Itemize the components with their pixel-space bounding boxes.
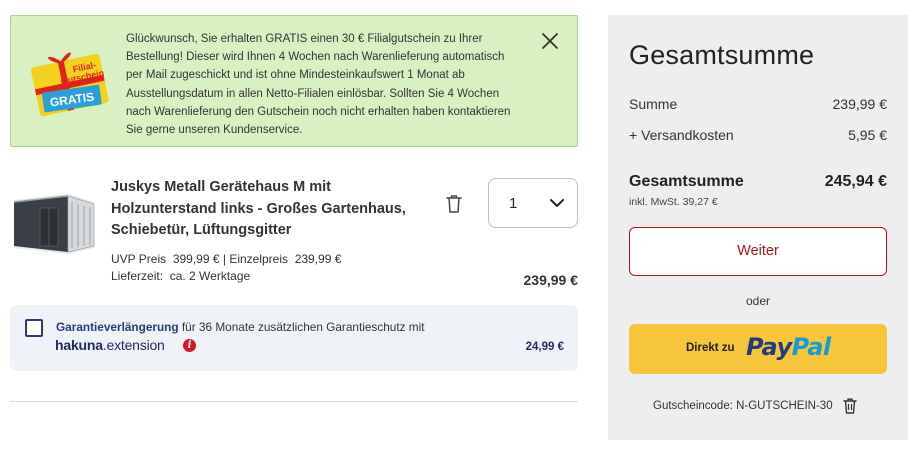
quantity-value: 1 bbox=[509, 195, 518, 212]
subtotal-label: Summe bbox=[629, 96, 678, 112]
delivery-label: Lieferzeit: bbox=[111, 269, 164, 283]
product-title[interactable]: Juskys Metall Gerätehaus M mit Holzunter… bbox=[111, 177, 421, 242]
trash-icon[interactable] bbox=[444, 193, 464, 215]
warranty-label-strong: Garantieverlängerung bbox=[56, 320, 179, 334]
unit-price-value: 239,99 € bbox=[294, 252, 342, 266]
hakuna-extension-logo: hakuna.extension bbox=[55, 337, 165, 353]
warranty-option: Garantieverlängerung für 36 Monate zusät… bbox=[10, 305, 578, 371]
voucher-badge-icon: Filial- Gutschein GRATIS bbox=[30, 52, 109, 117]
price-details: UVP Preis 399,99 € | Einzelpreis 239,99 … bbox=[111, 251, 341, 269]
subtotal-value: 239,99 € bbox=[832, 96, 888, 112]
or-separator: oder bbox=[745, 294, 771, 308]
voucher-code: Gutscheincode: N-GUTSCHEIN-30 bbox=[653, 400, 833, 412]
warranty-label-rest: für 36 Monate zusätzlichen Garantieschut… bbox=[178, 320, 425, 334]
tax-note: inkl. MwSt. 39,27 € bbox=[629, 196, 718, 208]
shipping-label: + Versandkosten bbox=[629, 127, 734, 143]
continue-button[interactable]: Weiter bbox=[629, 227, 887, 276]
uvp-value: 399,99 € bbox=[172, 252, 220, 266]
voucher-banner: Filial- Gutschein GRATIS Glückwunsch, Si… bbox=[10, 15, 578, 147]
grand-total-label: Gesamtsumme bbox=[629, 173, 744, 190]
delivery-time: Lieferzeit: ca. 2 Werktage bbox=[111, 268, 250, 286]
paypal-prefix: Direkt zu bbox=[686, 342, 735, 354]
shipping-value: 5,95 € bbox=[848, 127, 887, 143]
delivery-value: ca. 2 Werktage bbox=[169, 269, 251, 283]
divider bbox=[10, 401, 578, 402]
uvp-label: UVP Preis bbox=[111, 252, 167, 266]
order-summary: Gesamtsumme Summe 239,99 € + Versandkost… bbox=[608, 15, 908, 440]
paypal-logo-part2: Pal bbox=[791, 333, 831, 361]
remove-voucher-trash-icon[interactable] bbox=[842, 397, 858, 415]
unit-price-label: | Einzelpreis bbox=[222, 252, 289, 266]
logo-bold: hakuna bbox=[55, 337, 103, 353]
warranty-price: 24,99 € bbox=[525, 341, 564, 353]
paypal-button[interactable]: Direkt zu PayPal bbox=[629, 324, 887, 374]
warranty-label[interactable]: Garantieverlängerung für 36 Monate zusät… bbox=[56, 320, 425, 334]
chevron-down-icon bbox=[550, 199, 564, 207]
paypal-logo-part1: Pay bbox=[746, 333, 792, 361]
product-image[interactable] bbox=[12, 192, 96, 256]
close-icon[interactable] bbox=[539, 30, 561, 52]
info-icon[interactable]: i bbox=[183, 339, 196, 352]
logo-rest: .extension bbox=[102, 337, 165, 353]
product-total-price: 239,99 € bbox=[523, 272, 579, 288]
voucher-message: Glückwunsch, Sie erhalten GRATIS einen 3… bbox=[126, 33, 511, 137]
paypal-logo: PayPal bbox=[746, 333, 831, 361]
grand-total-value: 245,94 € bbox=[824, 173, 887, 190]
warranty-checkbox[interactable] bbox=[25, 319, 43, 337]
summary-title: Gesamtsumme bbox=[629, 40, 815, 70]
quantity-select[interactable]: 1 bbox=[488, 178, 578, 228]
